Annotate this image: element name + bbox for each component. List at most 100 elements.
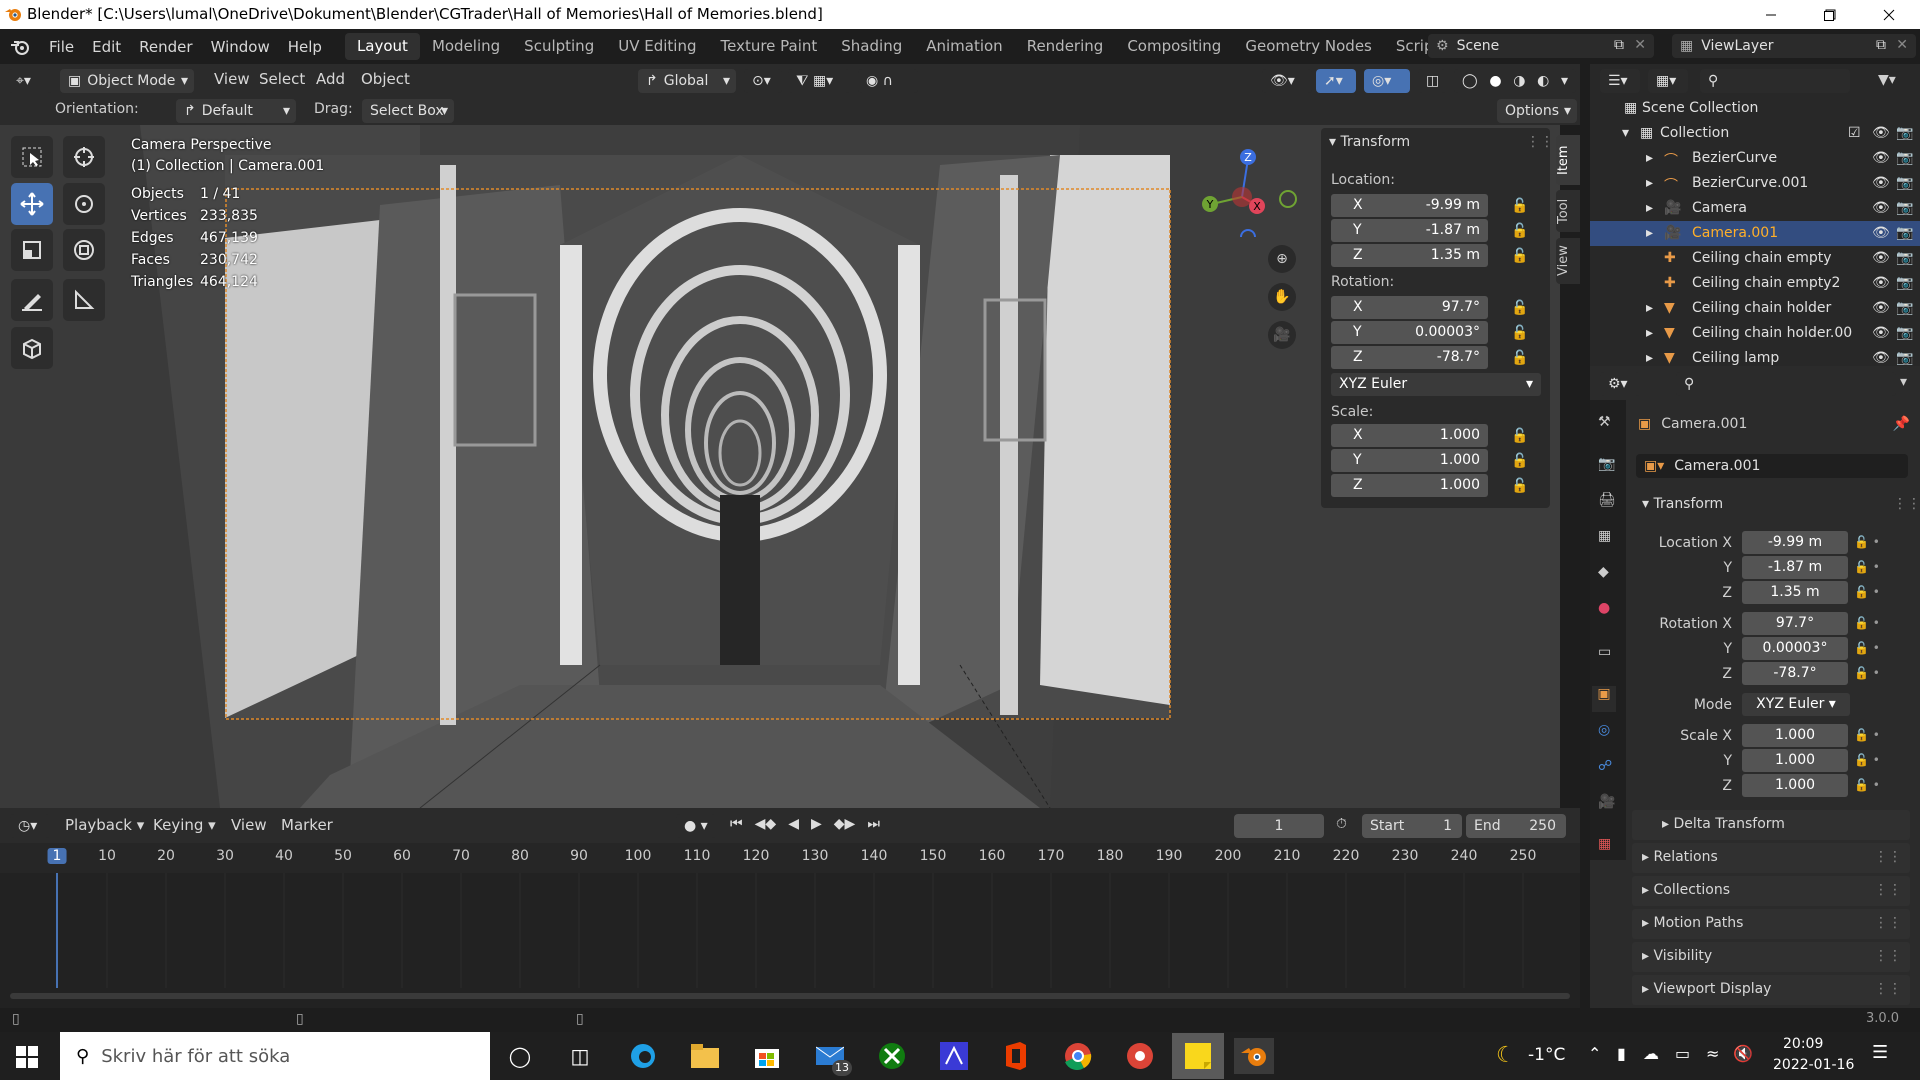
tab-tool[interactable]: Tool <box>1556 190 1580 232</box>
viewport-select-menu[interactable]: Select <box>250 70 314 88</box>
drag-handle-icon[interactable]: ⋮⋮ <box>1893 496 1920 512</box>
file-explorer-icon[interactable] <box>685 1038 725 1074</box>
material-shading-icon[interactable]: ◑ <box>1513 73 1525 89</box>
chevron-down-icon[interactable]: ▾ <box>1561 73 1568 89</box>
blender-menu-icon[interactable] <box>0 38 40 56</box>
location-y-field[interactable]: Y -1.87 m <box>1331 219 1488 242</box>
filter-icon[interactable]: ▼▾ <box>1878 72 1896 88</box>
tab-modeling[interactable]: Modeling <box>420 33 512 60</box>
lock-icon[interactable]: 🔓 • <box>1854 778 1880 792</box>
options-dropdown[interactable]: Options ▾ <box>1497 99 1577 123</box>
prop-mode-dropdown[interactable]: XYZ Euler ▾ <box>1742 693 1850 716</box>
prop-rotation-z-field[interactable]: -78.7° <box>1742 662 1848 685</box>
view-layer-props-icon[interactable]: ▦ <box>1598 528 1611 544</box>
prop-location-z-field[interactable]: 1.35 m <box>1742 581 1848 604</box>
object-name-field[interactable]: ▣▾ Camera.001 <box>1636 454 1908 478</box>
properties-editor-type-icon[interactable]: ⚙▾ <box>1600 372 1640 396</box>
drag-handle-icon[interactable]: ⋮⋮ <box>1874 849 1902 865</box>
remove-view-layer-icon[interactable]: ✕ <box>1896 37 1908 53</box>
remove-scene-icon[interactable]: ✕ <box>1634 37 1646 53</box>
editor-type-icon[interactable]: ⌖▾ <box>8 69 52 93</box>
edge-icon[interactable] <box>623 1038 663 1074</box>
camera-render-icon[interactable]: 📷 <box>1896 275 1913 291</box>
viewport-object-menu[interactable]: Object <box>352 70 419 88</box>
drag-handle-icon[interactable]: ⋮⋮ <box>1874 948 1902 964</box>
camera-render-icon[interactable]: 📷 <box>1896 225 1913 241</box>
scale-y-field[interactable]: Y 1.000 <box>1331 449 1488 472</box>
next-keyframe-icon[interactable]: ◆▶ <box>834 816 856 832</box>
camera-render-icon[interactable]: 📷 <box>1896 125 1913 141</box>
eye-icon[interactable]: 👁 <box>1872 275 1890 291</box>
timeline-scrollbar[interactable] <box>10 993 1570 999</box>
snap-icon[interactable]: ⧨ ▦▾ <box>788 69 850 93</box>
mode-dropdown[interactable]: ▣ Object Mode ▾ <box>60 69 194 93</box>
section-viewport-display[interactable]: ▸ Viewport Display ⋮⋮ <box>1632 975 1910 1005</box>
jump-start-icon[interactable]: ⏮ <box>730 816 743 832</box>
select-box-tool-icon[interactable] <box>11 136 53 178</box>
new-view-layer-icon[interactable]: ⧉ <box>1876 37 1886 53</box>
eye-icon[interactable]: 👁 <box>1872 225 1890 241</box>
camera-render-icon[interactable]: 📷 <box>1896 250 1913 266</box>
outliner-collection[interactable]: ▾ ▦ Collection ☑ 👁 📷 <box>1590 121 1920 146</box>
tab-item[interactable]: Item <box>1556 135 1580 185</box>
proportional-editing-icon[interactable]: ◉ ∩ <box>858 69 918 93</box>
windows-start-icon[interactable] <box>16 1046 38 1068</box>
location-x-field[interactable]: X -9.99 m <box>1331 194 1488 217</box>
start-frame-field[interactable]: Start 1 <box>1362 814 1462 838</box>
lock-icon[interactable]: 🔓 <box>1511 325 1529 341</box>
tab-geometry-nodes[interactable]: Geometry Nodes <box>1233 33 1384 60</box>
render-props-icon[interactable]: 📷 <box>1598 456 1615 472</box>
end-frame-field[interactable]: End 250 <box>1466 814 1566 838</box>
lock-icon[interactable]: 🔓 • <box>1854 641 1880 655</box>
outliner-search-input[interactable]: ⚲ <box>1700 69 1850 93</box>
location-z-field[interactable]: Z 1.35 m <box>1331 244 1488 267</box>
solid-shading-icon[interactable]: ● <box>1489 73 1501 89</box>
stopwatch-icon[interactable]: ⏱ <box>1336 816 1347 832</box>
menu-help[interactable]: Help <box>279 38 331 56</box>
cloud-icon[interactable]: ☁ <box>1643 1044 1659 1063</box>
sticky-notes-icon[interactable] <box>1172 1033 1224 1079</box>
prop-rotation-y-field[interactable]: 0.00003° <box>1742 637 1848 660</box>
outliner-item[interactable]: ▸ ⌒ BezierCurve.001 👁 📷 <box>1590 171 1920 196</box>
move-tool-icon[interactable] <box>11 183 53 225</box>
task-view-icon[interactable]: ◫ <box>560 1038 600 1074</box>
output-props-icon[interactable]: 🖨 <box>1598 492 1616 508</box>
section-delta-transform[interactable]: ▸ Delta Transform <box>1632 810 1910 840</box>
camera-view-icon[interactable]: 🎥 <box>1268 321 1296 349</box>
prev-keyframe-icon[interactable]: ◀◆ <box>755 816 777 832</box>
new-scene-icon[interactable]: ⧉ <box>1614 37 1624 53</box>
gizmo-toggle-icon[interactable]: ➚▾ <box>1316 69 1356 93</box>
tab-rendering[interactable]: Rendering <box>1015 33 1116 60</box>
object-props-icon[interactable]: ▣ <box>1592 686 1616 712</box>
navigation-gizmo[interactable]: Z Y X <box>1200 137 1300 237</box>
scene-selector[interactable]: ⚙ Scene ⧉ ✕ <box>1428 34 1654 58</box>
outliner-item[interactable]: ✚ Ceiling chain empty 👁 📷 <box>1590 246 1920 271</box>
eye-icon[interactable]: 👁 <box>1872 350 1890 366</box>
eye-icon[interactable]: 👁 <box>1872 125 1890 141</box>
prop-location-x-field[interactable]: -9.99 m <box>1742 531 1848 554</box>
lock-icon[interactable]: 🔓 <box>1511 248 1529 264</box>
play-reverse-icon[interactable]: ◀ <box>788 816 799 832</box>
expand-arrow-icon[interactable]: ▸ <box>1646 300 1653 316</box>
drag-handle-icon[interactable]: ⋮⋮ <box>1874 915 1902 931</box>
section-visibility[interactable]: ▸ Visibility ⋮⋮ <box>1632 942 1910 972</box>
timeline-view-menu[interactable]: View <box>222 816 276 834</box>
world-props-icon[interactable]: ● <box>1598 600 1610 616</box>
texture-props-icon[interactable]: ▦ <box>1598 836 1611 852</box>
display-mode-icon[interactable]: ▦▾ <box>1648 69 1688 93</box>
lock-icon[interactable]: 🔓 • <box>1854 666 1880 680</box>
tab-sculpting[interactable]: Sculpting <box>512 33 606 60</box>
prop-scale-z-field[interactable]: 1.000 <box>1742 774 1848 797</box>
menu-render[interactable]: Render <box>130 38 201 56</box>
expand-arrow-icon[interactable]: ▾ <box>1622 125 1629 141</box>
weather-moon-icon[interactable]: ☾ <box>1496 1043 1516 1068</box>
tab-compositing[interactable]: Compositing <box>1115 33 1233 60</box>
timeline-track-area[interactable] <box>0 873 1580 1008</box>
camera-data-props-icon[interactable]: 🎥 <box>1598 794 1615 810</box>
timeline-ruler[interactable]: 1 10 20 30 40 50 60 70 80 90 100 110 120 130 140 150 160… <box>0 843 1580 873</box>
lock-icon[interactable]: 🔓 • <box>1854 753 1880 767</box>
camera-render-icon[interactable]: 📷 <box>1896 150 1913 166</box>
chevron-down-icon[interactable]: ▾ <box>1900 374 1907 390</box>
tab-shading[interactable]: Shading <box>829 33 914 60</box>
record-icon[interactable]: ● ▾ <box>676 814 716 838</box>
